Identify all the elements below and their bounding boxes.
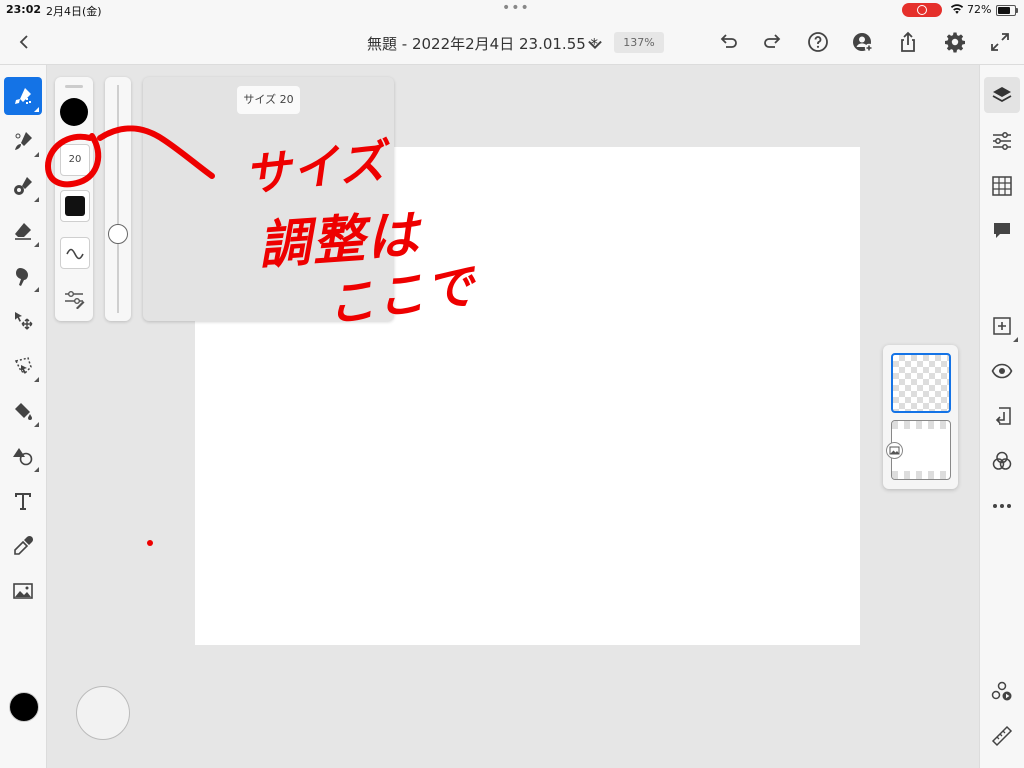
current-color-swatch[interactable] [9,692,39,722]
image-layer-badge-icon [886,442,903,459]
top-toolbar: 無題 - 2022年2月4日 23.01.55 * 137% [0,20,1024,65]
smudge-icon [16,268,28,286]
help-icon[interactable] [807,31,829,53]
eraser-tool[interactable] [4,212,42,250]
size-tooltip: サイズ 20 [237,86,300,114]
eyedropper-icon [14,535,34,555]
layers-icon [992,87,1012,103]
invite-user-icon[interactable] [852,31,874,53]
fill-tool[interactable] [4,392,42,430]
panel-grip[interactable] [65,85,83,88]
lasso-icon [14,357,32,374]
merge-down-button[interactable] [984,398,1020,434]
layers-panel [883,345,958,489]
shapes-tool[interactable] [4,437,42,475]
mixer-brush-tool[interactable] [4,167,42,205]
move-icon [15,312,33,330]
mixer-brush-icon [14,177,32,195]
image-icon [13,583,33,599]
eraser-icon [15,223,31,240]
move-transform-tool[interactable] [4,302,42,340]
add-layer-icon [993,317,1011,335]
blend-mode-button[interactable] [984,443,1020,479]
place-image-tool[interactable] [4,572,42,610]
screen-recording-icon[interactable] [902,3,942,17]
grid-icon [992,176,1012,196]
multitasking-dots-icon[interactable]: ••• [502,0,530,16]
more-icon [993,504,1011,508]
status-bar: 23:02 2月4日(金) ••• 72% [0,0,1024,20]
wifi-icon [950,2,964,16]
annotation-arrow-line [97,125,215,179]
sliders-icon [993,132,1011,150]
settings-icon[interactable] [944,31,966,53]
lasso-select-tool[interactable] [4,347,42,385]
fullscreen-icon[interactable] [989,31,1011,53]
battery-icon [996,5,1018,16]
annotation-circle [44,133,102,188]
more-options-button[interactable] [984,488,1020,524]
layer-properties-button[interactable] [984,123,1020,159]
livestream-button[interactable] [984,673,1020,709]
status-date: 2月4日(金) [46,5,102,18]
text-icon [15,493,31,510]
battery-percent: 72% [967,3,992,16]
livestream-icon [991,681,1012,701]
right-toolbar [979,65,1024,768]
pixel-brush-icon [15,88,31,104]
chevron-down-icon[interactable] [584,33,602,51]
back-icon[interactable] [14,31,36,53]
document-title[interactable]: 無題 - 2022年2月4日 23.01.55 * [367,33,598,54]
live-brush-icon [15,132,32,150]
layer-thumbnail-top[interactable] [891,353,951,413]
layers-button[interactable] [984,77,1020,113]
shapes-icon [13,448,33,466]
comment-icon [994,223,1010,238]
undo-icon[interactable] [717,31,739,53]
merge-down-icon [995,407,1011,425]
blend-mode-icon [992,451,1012,470]
text-tool[interactable] [4,482,42,520]
ruler-icon [991,725,1013,747]
eye-icon [991,363,1013,379]
ruler-button[interactable] [984,718,1020,754]
grid-button[interactable] [984,168,1020,204]
eyedropper-tool[interactable] [4,527,42,565]
live-brush-tool[interactable] [4,122,42,160]
visibility-button[interactable] [984,353,1020,389]
paint-bucket-icon [15,403,32,420]
status-time: 23:02 [6,3,42,16]
stray-paint-dot [147,540,153,546]
redo-icon[interactable] [762,31,784,53]
share-icon[interactable] [897,31,919,53]
smudge-tool[interactable] [4,257,42,295]
zoom-level[interactable]: 137% [614,32,664,53]
comments-button[interactable] [984,213,1020,249]
add-layer-button[interactable] [984,308,1020,344]
pixel-brush-tool[interactable] [4,77,42,115]
touch-shortcut-button[interactable] [76,686,130,740]
